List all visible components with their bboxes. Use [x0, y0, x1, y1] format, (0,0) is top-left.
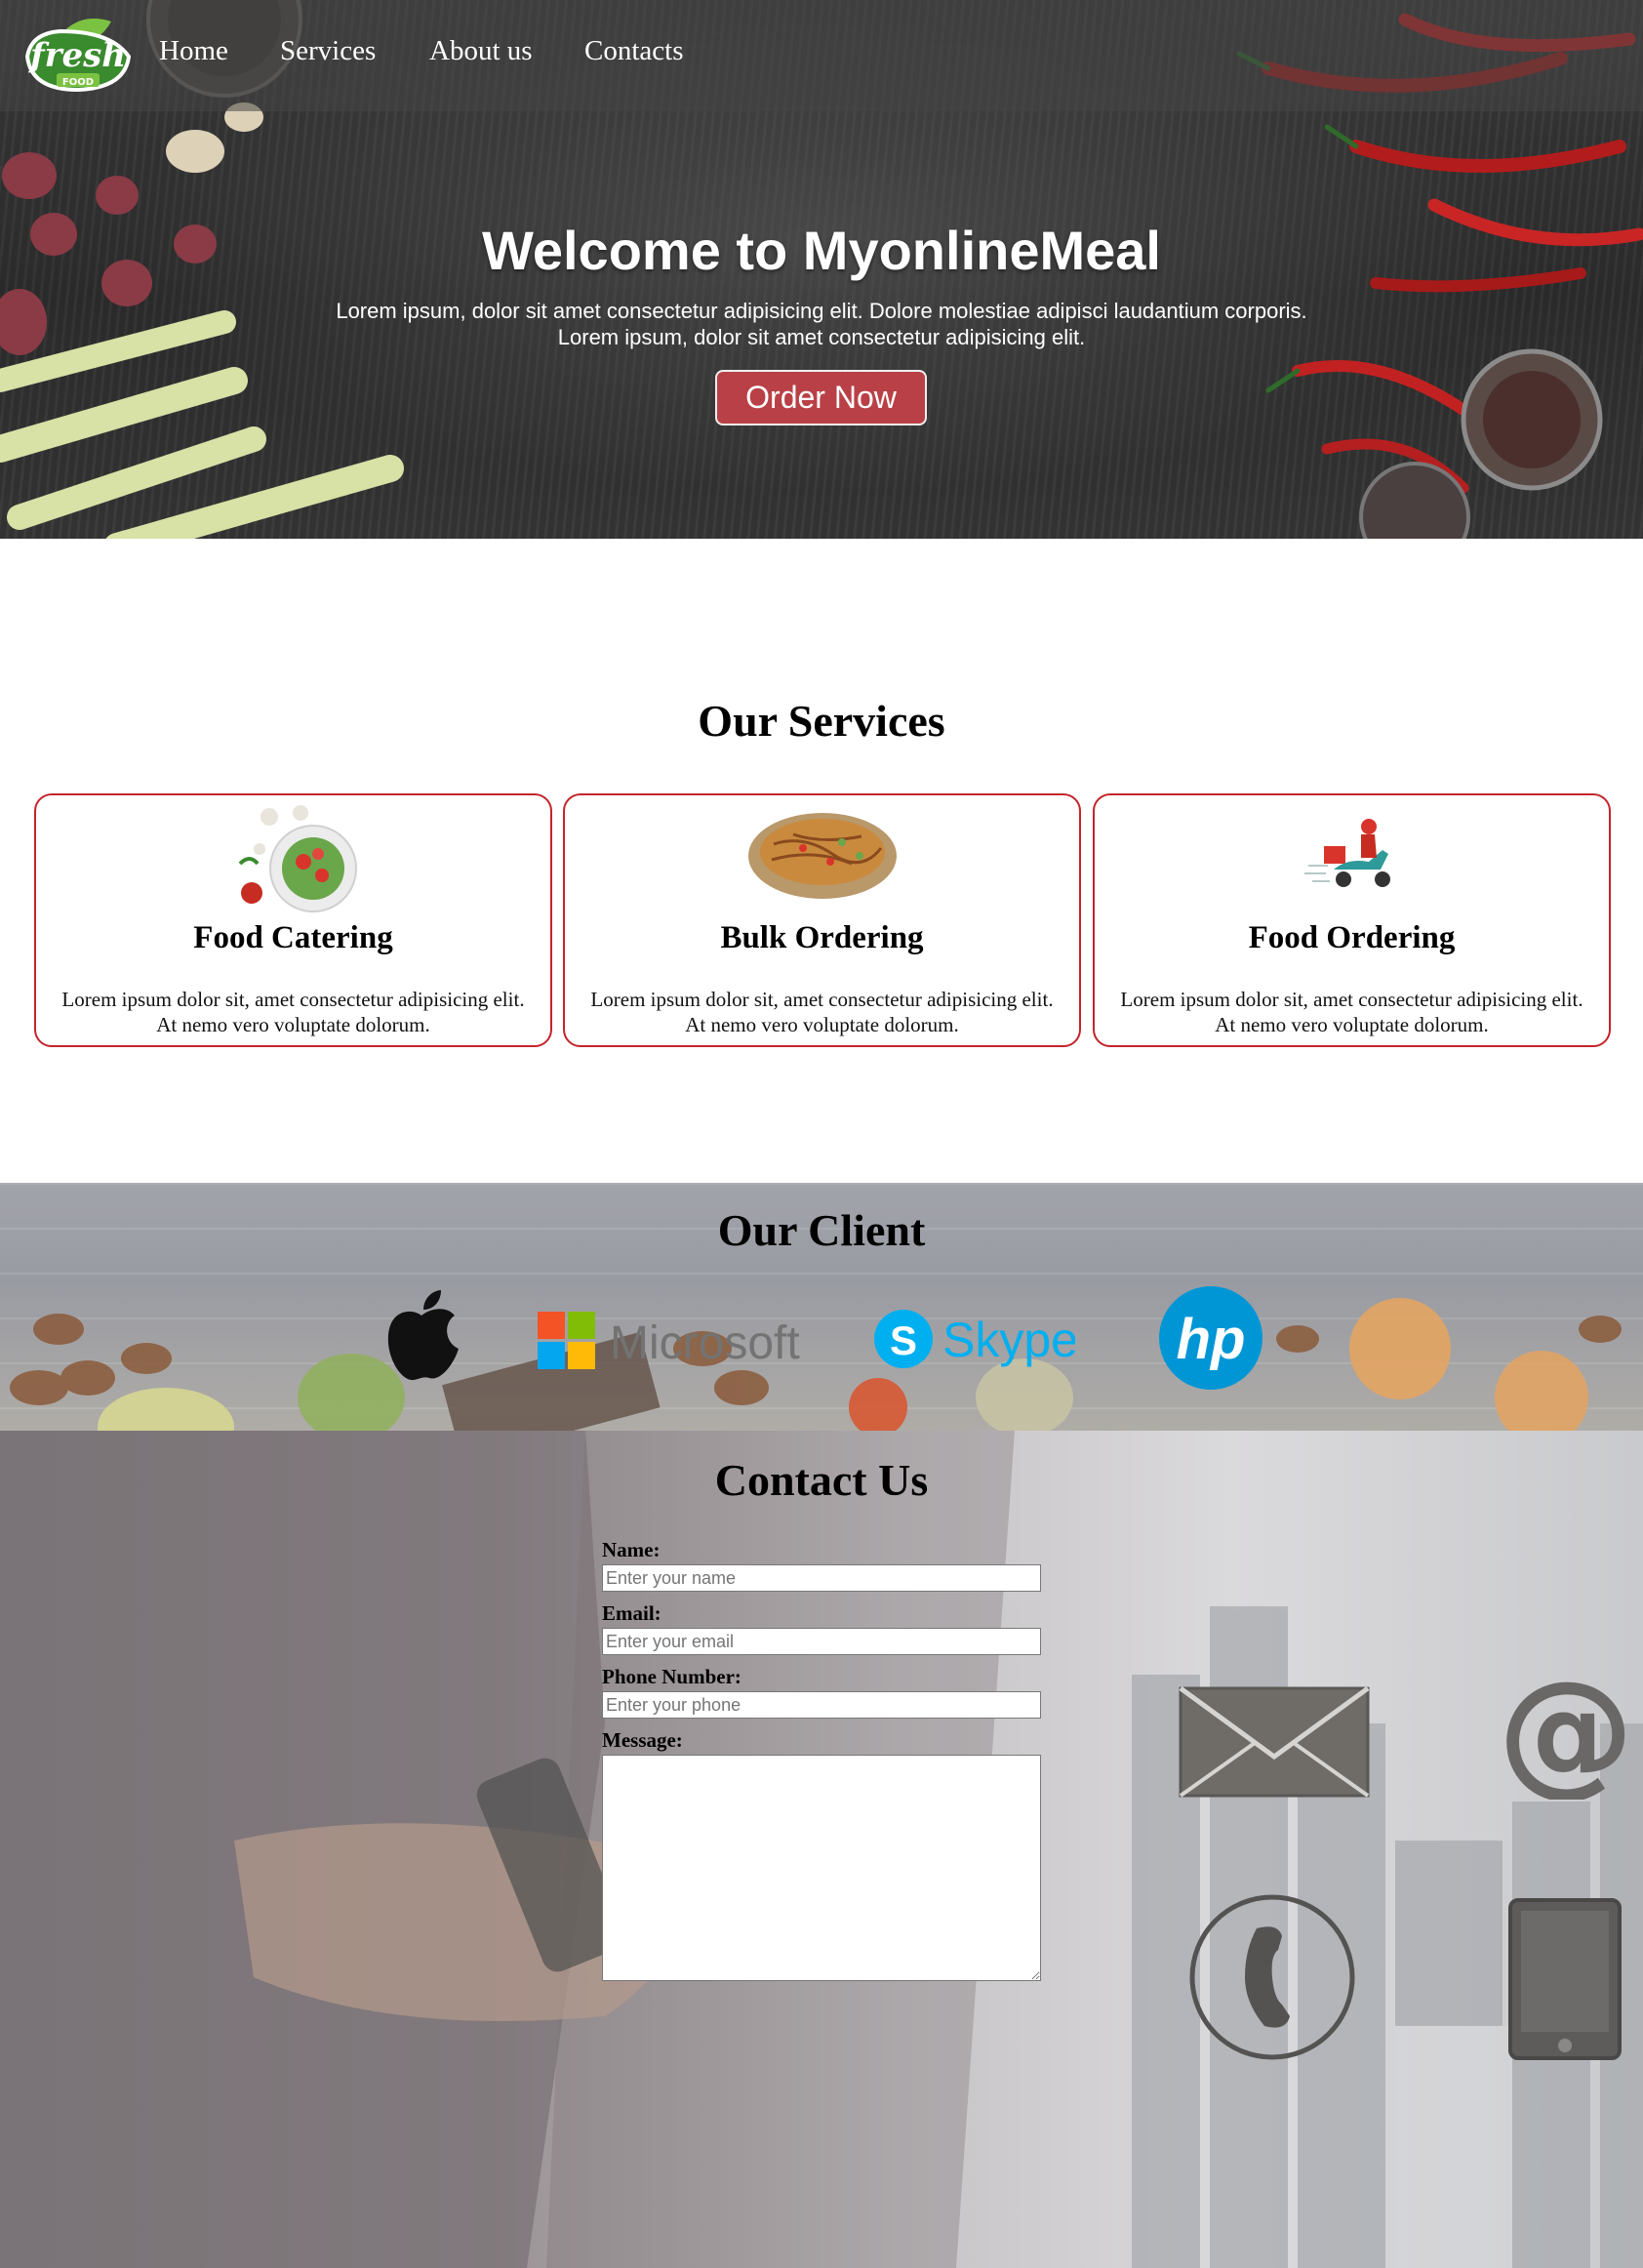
email-label: Email: [602, 1601, 661, 1625]
hero-subtitle-line2: Lorem ipsum, dolor sit amet consectetur … [557, 325, 1086, 349]
nuts-vegetables-decoration [10, 1298, 1622, 1431]
skype-icon: S Skype [874, 1310, 1078, 1368]
name-label: Name: [602, 1538, 661, 1561]
phone-input[interactable] [602, 1691, 1041, 1719]
service-card-text: Lorem ipsum dolor sit, amet consectetur … [590, 988, 1054, 1036]
phone-icon [1189, 1894, 1355, 2060]
microsoft-icon: Microsoft [538, 1312, 800, 1369]
phone-label: Phone Number: [602, 1665, 741, 1688]
svg-text:fresh: fresh [28, 36, 126, 75]
top-navbar: fresh FOOD Home Services About us Contac… [0, 0, 1643, 111]
contact-heading: Contact Us [714, 1455, 929, 1505]
at-sign-icon: @ [1503, 1673, 1629, 1800]
service-card-title: Food Ordering [1248, 920, 1456, 955]
apple-icon [387, 1290, 459, 1381]
hero-section: fresh FOOD Home Services About us Contac… [0, 0, 1643, 539]
svg-text:Microsoft: Microsoft [610, 1317, 800, 1369]
nav-link-contacts[interactable]: Contacts [584, 37, 684, 65]
salad-bowl-image [238, 805, 357, 912]
order-now-button[interactable]: Order Now [715, 370, 927, 425]
skype-logo: S Skype [874, 1306, 1078, 1379]
email-input[interactable] [602, 1628, 1041, 1655]
services-heading: Our Services [698, 696, 945, 746]
logo-leaf-icon: fresh FOOD [24, 19, 132, 93]
svg-text:@: @ [1503, 1673, 1629, 1800]
message-textarea[interactable] [602, 1755, 1041, 1981]
message-label: Message: [602, 1728, 683, 1752]
nav-link-services[interactable]: Services [280, 37, 376, 65]
svg-text:Skype: Skype [942, 1313, 1075, 1367]
service-card-title: Food Catering [193, 920, 393, 955]
microsoft-logo: Microsoft [538, 1312, 811, 1377]
service-card-food-ordering: Food Ordering Lorem ipsum dolor sit, ame… [1093, 793, 1611, 1047]
envelope-icon [1179, 1686, 1370, 1798]
service-card-bulk-ordering: Bulk Ordering Lorem ipsum dolor sit, ame… [563, 793, 1081, 1047]
svg-text:FOOD: FOOD [62, 77, 94, 88]
svg-text:hp: hp [1177, 1308, 1246, 1371]
hero-subtitle-line1: Lorem ipsum, dolor sit amet consectetur … [336, 299, 1307, 323]
clients-heading: Our Client [717, 1205, 926, 1255]
service-card-title: Bulk Ordering [720, 920, 924, 955]
hp-logo-icon: hp [1159, 1286, 1262, 1390]
service-card-food-catering: Food Catering Lorem ipsum dolor sit, ame… [34, 793, 552, 1047]
nav-link-about-us[interactable]: About us [429, 37, 533, 65]
fresh-food-logo[interactable]: fresh FOOD [21, 18, 137, 94]
svg-text:S: S [890, 1317, 917, 1363]
name-input[interactable] [602, 1564, 1041, 1592]
noodle-dish-image [747, 813, 897, 899]
service-card-text: Lorem ipsum dolor sit, amet consectetur … [1120, 988, 1583, 1036]
delivery-scooter-image [1303, 819, 1390, 887]
service-card-text: Lorem ipsum dolor sit, amet consectetur … [61, 988, 525, 1036]
nav-link-home[interactable]: Home [159, 37, 228, 65]
hero-title: Welcome to MyonlineMeal [482, 220, 1161, 281]
clients-section: Our Client Microsoft S Skype hp [0, 1183, 1643, 1431]
tablet-icon [1508, 1898, 1622, 2060]
